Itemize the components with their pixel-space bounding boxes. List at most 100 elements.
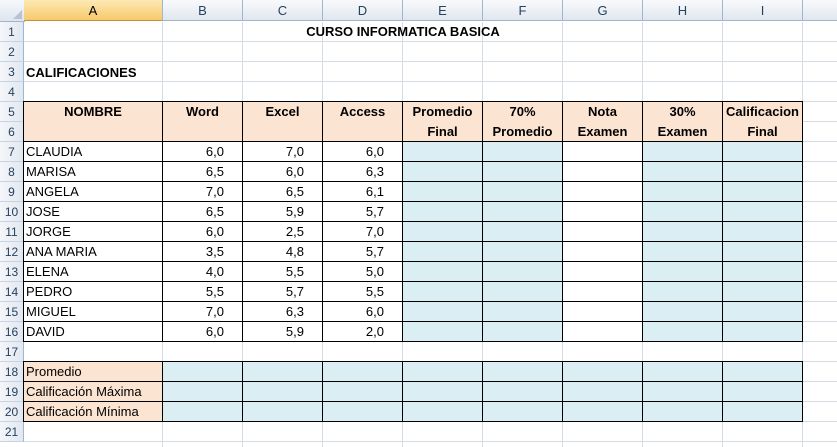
30-examen-cell[interactable]: [642, 301, 723, 322]
access-grade[interactable]: 7,0: [322, 221, 403, 242]
select-all-corner[interactable]: [0, 0, 25, 22]
promedio-final-cell[interactable]: [402, 181, 483, 202]
nota-examen-cell[interactable]: [562, 221, 643, 242]
70-promedio-cell[interactable]: [482, 141, 563, 162]
student-name[interactable]: ANGELA: [23, 181, 163, 202]
70-promedio-cell[interactable]: [482, 201, 563, 222]
summary-cell[interactable]: [242, 381, 323, 402]
row-header-15[interactable]: 15: [0, 302, 24, 322]
word-grade[interactable]: 7,0: [162, 301, 243, 322]
row-header-20[interactable]: 20: [0, 402, 24, 422]
word-grade[interactable]: 6,5: [162, 161, 243, 182]
column-header-f[interactable]: F: [483, 0, 563, 21]
student-name[interactable]: CLAUDIA: [23, 141, 163, 162]
calificacion-final-cell[interactable]: [722, 321, 803, 342]
row-header-7[interactable]: 7: [0, 142, 24, 162]
calificacion-final-cell[interactable]: [722, 141, 803, 162]
access-grade[interactable]: 5,0: [322, 261, 403, 282]
70-promedio-cell[interactable]: [482, 221, 563, 242]
calificacion-final-cell[interactable]: [722, 201, 803, 222]
access-grade[interactable]: 5,7: [322, 201, 403, 222]
summary-cell[interactable]: [642, 401, 723, 422]
access-grade[interactable]: 6,0: [322, 141, 403, 162]
row-header-14[interactable]: 14: [0, 282, 24, 302]
nota-examen-cell[interactable]: [562, 201, 643, 222]
summary-cell[interactable]: [322, 401, 403, 422]
student-name[interactable]: PEDRO: [23, 281, 163, 302]
excel-grade[interactable]: 5,7: [242, 281, 323, 302]
row-header-4[interactable]: 4: [0, 82, 24, 102]
30-examen-cell[interactable]: [642, 201, 723, 222]
access-grade[interactable]: 2,0: [322, 321, 403, 342]
70-promedio-cell[interactable]: [482, 261, 563, 282]
30-examen-cell[interactable]: [642, 181, 723, 202]
nota-examen-cell[interactable]: [562, 281, 643, 302]
summary-label[interactable]: Calificación Máxima: [23, 381, 163, 402]
excel-grade[interactable]: 6,5: [242, 181, 323, 202]
row-header-10[interactable]: 10: [0, 202, 24, 222]
student-name[interactable]: JOSE: [23, 201, 163, 222]
header-30-examen[interactable]: 30% Examen: [642, 101, 723, 142]
calificacion-final-cell[interactable]: [722, 161, 803, 182]
section-title[interactable]: CALIFICACIONES: [26, 62, 226, 82]
summary-cell[interactable]: [402, 401, 483, 422]
calificacion-final-cell[interactable]: [722, 221, 803, 242]
30-examen-cell[interactable]: [642, 141, 723, 162]
nota-examen-cell[interactable]: [562, 241, 643, 262]
row-header-19[interactable]: 19: [0, 382, 24, 402]
excel-grade[interactable]: 6,0: [242, 161, 323, 182]
nota-examen-cell[interactable]: [562, 161, 643, 182]
summary-cell[interactable]: [642, 381, 723, 402]
promedio-final-cell[interactable]: [402, 281, 483, 302]
summary-cell[interactable]: [482, 381, 563, 402]
promedio-final-cell[interactable]: [402, 321, 483, 342]
row-header-16[interactable]: 16: [0, 322, 24, 342]
access-grade[interactable]: 5,7: [322, 241, 403, 262]
summary-cell[interactable]: [162, 361, 243, 382]
student-name[interactable]: ELENA: [23, 261, 163, 282]
promedio-final-cell[interactable]: [402, 301, 483, 322]
row-header-12[interactable]: 12: [0, 242, 24, 262]
student-name[interactable]: MIGUEL: [23, 301, 163, 322]
summary-cell[interactable]: [322, 381, 403, 402]
summary-cell[interactable]: [162, 401, 243, 422]
summary-cell[interactable]: [642, 361, 723, 382]
row-header-6[interactable]: 6: [0, 122, 24, 142]
row-header-5[interactable]: 5: [0, 102, 24, 122]
nota-examen-cell[interactable]: [562, 301, 643, 322]
summary-cell[interactable]: [322, 361, 403, 382]
70-promedio-cell[interactable]: [482, 161, 563, 182]
summary-cell[interactable]: [402, 361, 483, 382]
30-examen-cell[interactable]: [642, 241, 723, 262]
excel-grade[interactable]: 5,9: [242, 201, 323, 222]
word-grade[interactable]: 7,0: [162, 181, 243, 202]
summary-label[interactable]: Promedio: [23, 361, 163, 382]
summary-cell[interactable]: [482, 401, 563, 422]
30-examen-cell[interactable]: [642, 261, 723, 282]
summary-label[interactable]: Calificación Mínima: [23, 401, 163, 422]
row-header-1[interactable]: 1: [0, 22, 24, 42]
nota-examen-cell[interactable]: [562, 321, 643, 342]
header-access[interactable]: Access: [322, 101, 403, 142]
word-grade[interactable]: 4,0: [162, 261, 243, 282]
column-header-d[interactable]: D: [323, 0, 403, 21]
excel-grade[interactable]: 7,0: [242, 141, 323, 162]
summary-cell[interactable]: [562, 401, 643, 422]
calificacion-final-cell[interactable]: [722, 261, 803, 282]
column-header-b[interactable]: B: [163, 0, 243, 21]
word-grade[interactable]: 6,0: [162, 221, 243, 242]
summary-cell[interactable]: [242, 401, 323, 422]
summary-cell[interactable]: [722, 361, 803, 382]
access-grade[interactable]: 6,1: [322, 181, 403, 202]
row-header-3[interactable]: 3: [0, 62, 24, 82]
excel-grade[interactable]: 6,3: [242, 301, 323, 322]
column-header-h[interactable]: H: [643, 0, 723, 21]
header-70-promedio[interactable]: 70% Promedio: [482, 101, 563, 142]
student-name[interactable]: JORGE: [23, 221, 163, 242]
summary-cell[interactable]: [722, 401, 803, 422]
promedio-final-cell[interactable]: [402, 201, 483, 222]
sheet-title[interactable]: CURSO INFORMATICA BASICA: [163, 22, 643, 42]
excel-grade[interactable]: 4,8: [242, 241, 323, 262]
summary-cell[interactable]: [562, 381, 643, 402]
calificacion-final-cell[interactable]: [722, 241, 803, 262]
